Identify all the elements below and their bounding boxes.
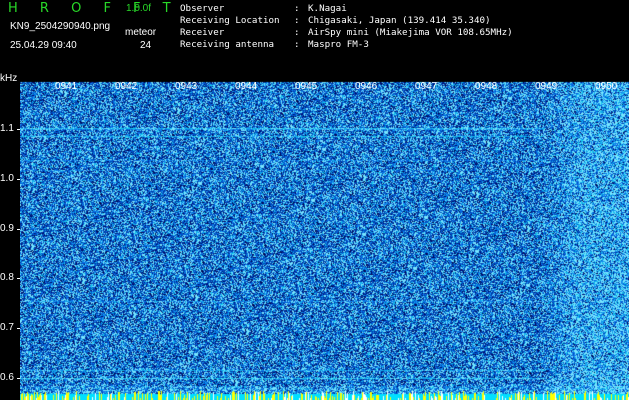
y-tick-mark (17, 328, 20, 329)
time-label: 0944 (235, 81, 258, 92)
meta-value: K.Nagai (308, 3, 347, 14)
meta-row-receiver: Receiver: AirSpy mini (Miakejima VOR 108.… (180, 27, 513, 38)
spectrogram-plot (20, 80, 629, 400)
filename-label: KN9_2504290940.png (10, 21, 111, 32)
meta-row-observer: Observer: K.Nagai (180, 3, 347, 14)
hroft-spectrogram-window: H R O F F T 1.0.0f KN9_2504290940.png 25… (0, 0, 629, 400)
meta-row-antenna: Receiving antenna: Maspro FM-3 (180, 39, 369, 50)
time-label: 0948 (475, 81, 498, 92)
y-axis-unit: kHz (0, 73, 18, 84)
y-tick-mark (17, 278, 20, 279)
time-label: 0946 (355, 81, 378, 92)
meta-label: Receiver (180, 27, 225, 38)
mode-label: meteor (125, 27, 157, 38)
meta-value: Chigasaki, Japan (139.414 35.340) (308, 15, 491, 26)
y-tick-mark (17, 229, 20, 230)
meta-label: Receiving Location (180, 15, 280, 26)
y-tick-label: 0.8 (0, 272, 14, 283)
time-label: 0945 (295, 81, 318, 92)
y-tick-mark (17, 129, 20, 130)
version-label: 1.0.0f (126, 3, 152, 14)
y-tick-mark (17, 179, 20, 180)
timestamp-label: 25.04.29 09:40 (10, 40, 77, 51)
time-label: 0942 (115, 81, 138, 92)
meta-value: AirSpy mini (Miakejima VOR 108.65MHz) (308, 27, 513, 38)
y-tick-mark (17, 378, 20, 379)
y-tick-label: 1.1 (0, 123, 14, 134)
time-label: 0949 (535, 81, 558, 92)
y-tick-label: 0.6 (0, 372, 14, 383)
y-tick-label: 0.9 (0, 223, 14, 234)
time-label: 0947 (415, 81, 438, 92)
time-label: 0950 (595, 81, 618, 92)
y-tick-label: 0.7 (0, 322, 14, 333)
meta-label: Observer (180, 3, 225, 14)
app-title: H R O F F T (8, 1, 180, 16)
count-label: 24 (140, 40, 152, 51)
meta-label: Receiving antenna (180, 39, 275, 50)
time-label: 0943 (175, 81, 198, 92)
time-label: 0941 (55, 81, 78, 92)
meta-row-location: Receiving Location: Chigasaki, Japan (139… (180, 15, 491, 26)
y-tick-label: 1.0 (0, 173, 14, 184)
meta-value: Maspro FM-3 (308, 39, 369, 50)
